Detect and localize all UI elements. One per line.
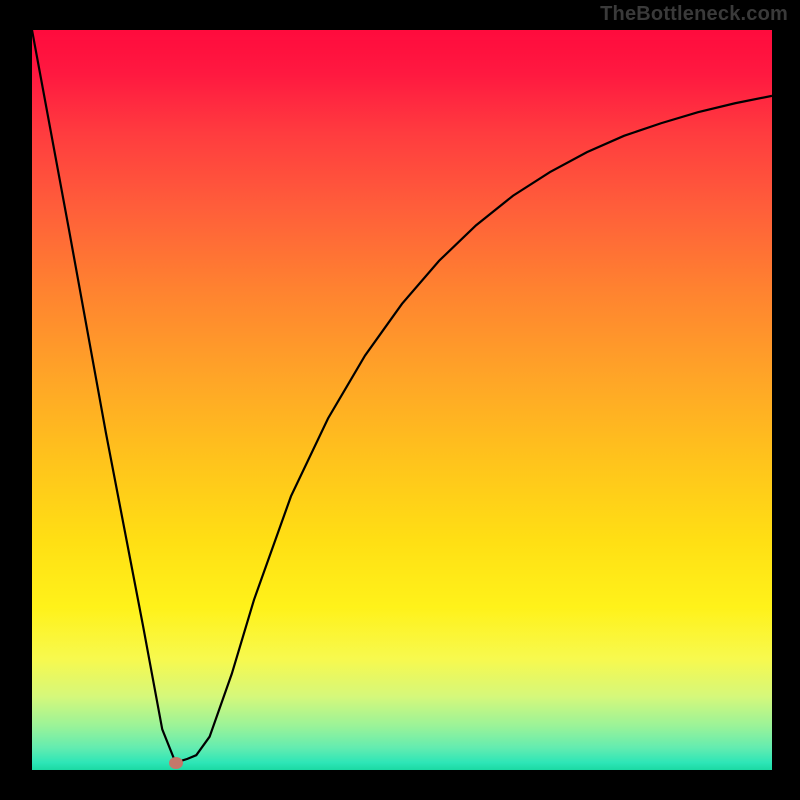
watermark-text: TheBottleneck.com bbox=[600, 3, 788, 26]
optimal-point-marker bbox=[169, 757, 183, 769]
bottleneck-curve bbox=[32, 30, 772, 770]
plot-area bbox=[32, 30, 772, 770]
chart-frame: TheBottleneck.com bbox=[0, 0, 800, 800]
